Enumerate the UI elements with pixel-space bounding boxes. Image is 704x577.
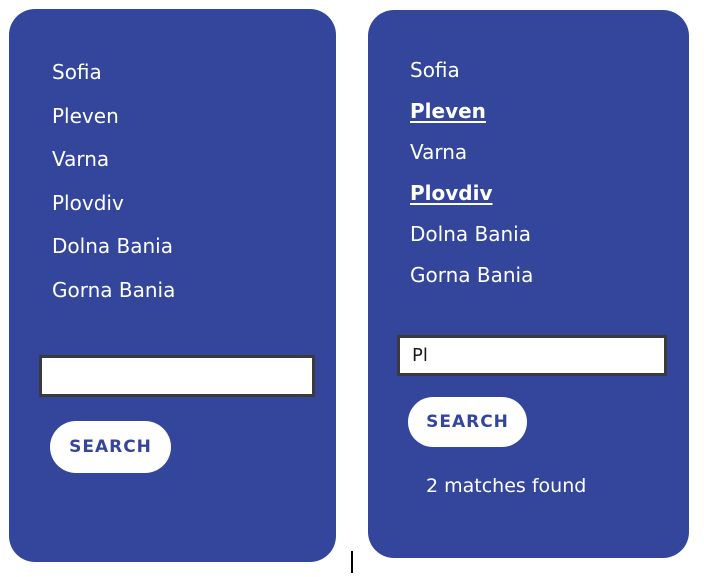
match-count-status: 2 matches found <box>426 475 587 497</box>
town-search-panel-before: Sofia Pleven Varna Plovdiv Dolna Bania G… <box>9 9 336 562</box>
town-item: Gorna Bania <box>410 263 534 287</box>
town-item: Dolna Bania <box>410 222 531 246</box>
town-item: Dolna Bania <box>52 234 173 259</box>
search-button[interactable]: SEARCH <box>408 397 527 447</box>
town-list: Sofia Pleven Varna Plovdiv Dolna Bania G… <box>52 61 175 323</box>
search-button[interactable]: SEARCH <box>50 421 171 473</box>
search-input[interactable] <box>39 355 315 397</box>
town-item-highlighted: Pleven <box>410 99 486 123</box>
town-item: Pleven <box>52 103 119 128</box>
town-item: Gorna Bania <box>52 277 176 302</box>
search-input[interactable] <box>397 335 667 376</box>
text-cursor <box>351 551 353 573</box>
town-item: Varna <box>410 140 468 164</box>
town-search-panel-after: Sofia Pleven Varna Plovdiv Dolna Bania G… <box>368 10 689 558</box>
town-item: Varna <box>52 147 110 172</box>
town-item: Plovdiv <box>52 190 124 215</box>
town-item-highlighted: Plovdiv <box>410 181 493 205</box>
town-item: Sofia <box>410 58 460 82</box>
town-list: Sofia Pleven Varna Plovdiv Dolna Bania G… <box>410 59 533 305</box>
town-item: Sofia <box>52 60 102 84</box>
